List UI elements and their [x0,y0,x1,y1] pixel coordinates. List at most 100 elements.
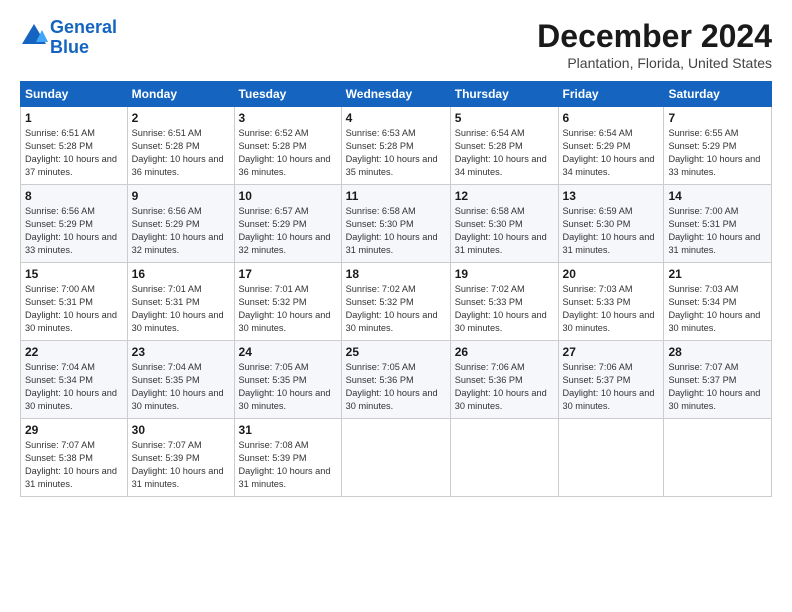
day-number: 6 [563,111,660,125]
day-detail: Sunrise: 6:52 AMSunset: 5:28 PMDaylight:… [239,128,331,177]
day-detail: Sunrise: 6:51 AMSunset: 5:28 PMDaylight:… [25,128,117,177]
day-number: 13 [563,189,660,203]
calendar: Sunday Monday Tuesday Wednesday Thursday… [20,81,772,497]
day-number: 17 [239,267,337,281]
table-row: 27Sunrise: 7:06 AMSunset: 5:37 PMDayligh… [558,341,664,419]
day-number: 3 [239,111,337,125]
day-detail: Sunrise: 6:54 AMSunset: 5:28 PMDaylight:… [455,128,547,177]
day-detail: Sunrise: 7:05 AMSunset: 5:36 PMDaylight:… [346,362,438,411]
col-friday: Friday [558,82,664,107]
col-wednesday: Wednesday [341,82,450,107]
day-number: 5 [455,111,554,125]
day-number: 7 [668,111,767,125]
day-detail: Sunrise: 6:56 AMSunset: 5:29 PMDaylight:… [25,206,117,255]
logo-icon [20,22,48,50]
day-number: 23 [132,345,230,359]
page: General Blue December 2024 Plantation, F… [0,0,792,507]
logo-text: General Blue [50,18,117,58]
table-row: 8 Sunrise: 6:56 AMSunset: 5:29 PMDaylight… [21,185,128,263]
table-row: 7 Sunrise: 6:55 AMSunset: 5:29 PMDaylight… [664,107,772,185]
day-detail: Sunrise: 6:59 AMSunset: 5:30 PMDaylight:… [563,206,655,255]
week-row-3: 15 Sunrise: 7:00 AMSunset: 5:31 PMDayligh… [21,263,772,341]
day-detail: Sunrise: 7:04 AMSunset: 5:35 PMDaylight:… [132,362,224,411]
table-row [450,419,558,497]
day-number: 27 [563,345,660,359]
table-row: 30Sunrise: 7:07 AMSunset: 5:39 PMDayligh… [127,419,234,497]
table-row [558,419,664,497]
table-row: 21 Sunrise: 7:03 AMSunset: 5:34 PMDayligh… [664,263,772,341]
day-detail: Sunrise: 6:53 AMSunset: 5:28 PMDaylight:… [346,128,438,177]
day-number: 15 [25,267,123,281]
title-area: December 2024 Plantation, Florida, Unite… [537,18,772,71]
day-number: 30 [132,423,230,437]
day-number: 26 [455,345,554,359]
day-number: 12 [455,189,554,203]
table-row: 23 Sunrise: 7:04 AMSunset: 5:35 PMDayligh… [127,341,234,419]
day-number: 22 [25,345,123,359]
table-row: 5 Sunrise: 6:54 AMSunset: 5:28 PMDaylight… [450,107,558,185]
table-row: 3 Sunrise: 6:52 AMSunset: 5:28 PMDaylight… [234,107,341,185]
col-thursday: Thursday [450,82,558,107]
table-row [664,419,772,497]
table-row: 11Sunrise: 6:58 AMSunset: 5:30 PMDayligh… [341,185,450,263]
day-number: 31 [239,423,337,437]
day-number: 19 [455,267,554,281]
day-detail: Sunrise: 6:58 AMSunset: 5:30 PMDaylight:… [455,206,547,255]
col-saturday: Saturday [664,82,772,107]
day-detail: Sunrise: 7:03 AMSunset: 5:34 PMDaylight:… [668,284,760,333]
table-row: 31 Sunrise: 7:08 AMSunset: 5:39 PMDayligh… [234,419,341,497]
day-number: 1 [25,111,123,125]
table-row: 19 Sunrise: 7:02 AMSunset: 5:33 PMDayligh… [450,263,558,341]
table-row: 17 Sunrise: 7:01 AMSunset: 5:32 PMDayligh… [234,263,341,341]
day-number: 9 [132,189,230,203]
logo: General Blue [20,18,117,58]
table-row: 1 Sunrise: 6:51 AMSunset: 5:28 PMDaylight… [21,107,128,185]
week-row-1: 1 Sunrise: 6:51 AMSunset: 5:28 PMDaylight… [21,107,772,185]
table-row: 22 Sunrise: 7:04 AMSunset: 5:34 PMDayligh… [21,341,128,419]
day-detail: Sunrise: 7:02 AMSunset: 5:33 PMDaylight:… [455,284,547,333]
logo-blue: Blue [50,38,117,58]
col-tuesday: Tuesday [234,82,341,107]
table-row: 4 Sunrise: 6:53 AMSunset: 5:28 PMDaylight… [341,107,450,185]
logo-general: General [50,17,117,37]
table-row: 9Sunrise: 6:56 AMSunset: 5:29 PMDaylight… [127,185,234,263]
day-number: 16 [132,267,230,281]
day-detail: Sunrise: 7:01 AMSunset: 5:32 PMDaylight:… [239,284,331,333]
week-row-4: 22 Sunrise: 7:04 AMSunset: 5:34 PMDayligh… [21,341,772,419]
table-row: 10Sunrise: 6:57 AMSunset: 5:29 PMDayligh… [234,185,341,263]
day-detail: Sunrise: 7:04 AMSunset: 5:34 PMDaylight:… [25,362,117,411]
table-row: 20Sunrise: 7:03 AMSunset: 5:33 PMDayligh… [558,263,664,341]
day-detail: Sunrise: 7:07 AMSunset: 5:38 PMDaylight:… [25,440,117,489]
calendar-header: Sunday Monday Tuesday Wednesday Thursday… [21,82,772,107]
day-number: 21 [668,267,767,281]
table-row: 24 Sunrise: 7:05 AMSunset: 5:35 PMDayligh… [234,341,341,419]
day-detail: Sunrise: 7:01 AMSunset: 5:31 PMDaylight:… [132,284,224,333]
day-number: 8 [25,189,123,203]
table-row: 15 Sunrise: 7:00 AMSunset: 5:31 PMDayligh… [21,263,128,341]
day-detail: Sunrise: 7:08 AMSunset: 5:39 PMDaylight:… [239,440,331,489]
table-row: 18Sunrise: 7:02 AMSunset: 5:32 PMDayligh… [341,263,450,341]
day-detail: Sunrise: 6:57 AMSunset: 5:29 PMDaylight:… [239,206,331,255]
day-detail: Sunrise: 7:05 AMSunset: 5:35 PMDaylight:… [239,362,331,411]
day-detail: Sunrise: 7:00 AMSunset: 5:31 PMDaylight:… [25,284,117,333]
day-detail: Sunrise: 7:06 AMSunset: 5:36 PMDaylight:… [455,362,547,411]
header-row: Sunday Monday Tuesday Wednesday Thursday… [21,82,772,107]
day-detail: Sunrise: 6:51 AMSunset: 5:28 PMDaylight:… [132,128,224,177]
location: Plantation, Florida, United States [537,55,772,71]
day-number: 29 [25,423,123,437]
day-number: 24 [239,345,337,359]
day-number: 2 [132,111,230,125]
week-row-5: 29 Sunrise: 7:07 AMSunset: 5:38 PMDayligh… [21,419,772,497]
day-number: 28 [668,345,767,359]
day-detail: Sunrise: 7:03 AMSunset: 5:33 PMDaylight:… [563,284,655,333]
day-number: 25 [346,345,446,359]
month-title: December 2024 [537,18,772,55]
table-row: 29 Sunrise: 7:07 AMSunset: 5:38 PMDayligh… [21,419,128,497]
table-row: 6Sunrise: 6:54 AMSunset: 5:29 PMDaylight… [558,107,664,185]
day-detail: Sunrise: 7:07 AMSunset: 5:37 PMDaylight:… [668,362,760,411]
table-row: 25 Sunrise: 7:05 AMSunset: 5:36 PMDayligh… [341,341,450,419]
table-row: 12 Sunrise: 6:58 AMSunset: 5:30 PMDayligh… [450,185,558,263]
day-number: 14 [668,189,767,203]
day-detail: Sunrise: 6:55 AMSunset: 5:29 PMDaylight:… [668,128,760,177]
day-number: 4 [346,111,446,125]
